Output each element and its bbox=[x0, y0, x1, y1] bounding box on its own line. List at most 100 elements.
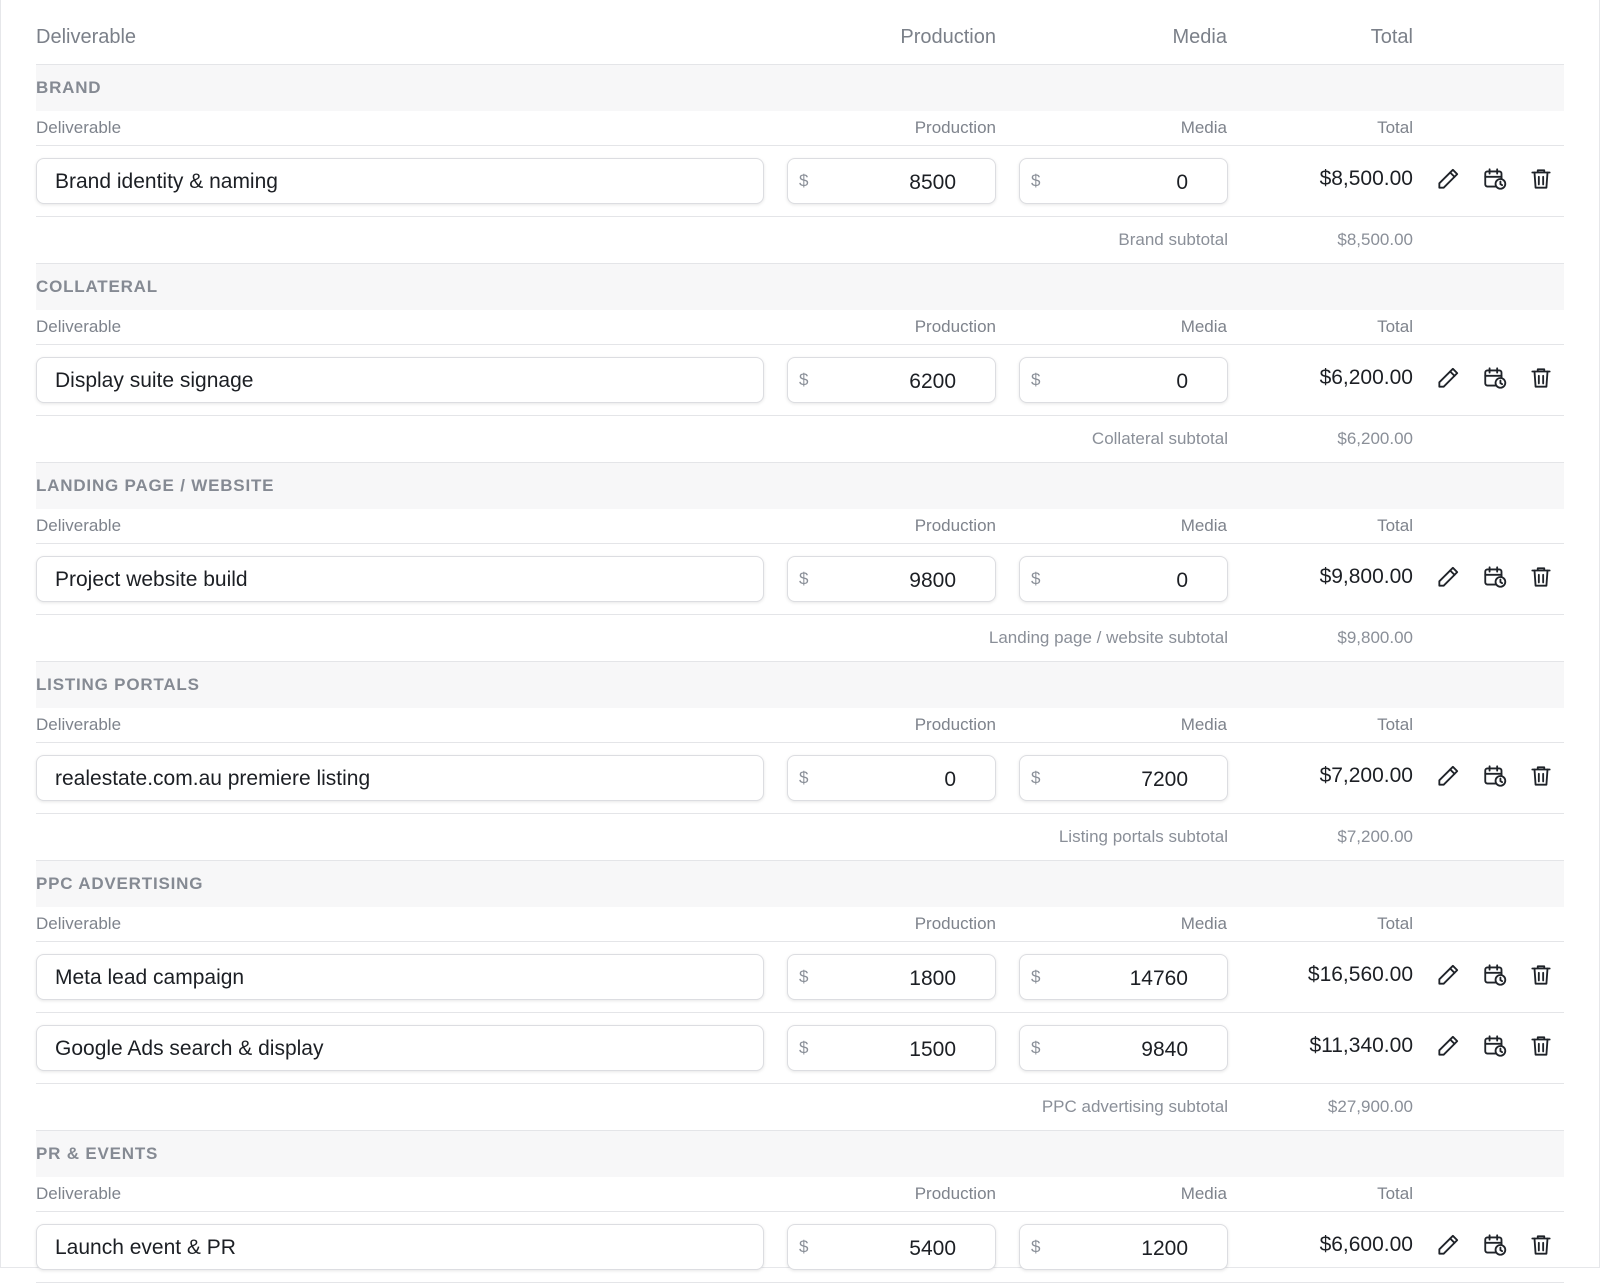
pencil-icon[interactable] bbox=[1433, 363, 1463, 393]
subheader-deliverable: Deliverable bbox=[36, 1184, 122, 1203]
currency-symbol: $ bbox=[1031, 768, 1041, 787]
subheader-production: Production bbox=[914, 516, 996, 535]
subheader-production: Production bbox=[914, 715, 996, 734]
subtotal-value: $6,200.00 bbox=[1337, 429, 1413, 448]
divider bbox=[36, 145, 1564, 146]
calendar-clock-icon[interactable] bbox=[1480, 164, 1510, 194]
calendar-clock-icon[interactable] bbox=[1480, 1230, 1510, 1260]
trash-icon[interactable] bbox=[1526, 164, 1556, 194]
pencil-icon[interactable] bbox=[1433, 761, 1463, 791]
calendar-clock-icon[interactable] bbox=[1480, 1031, 1510, 1061]
media-input[interactable]: $ 0 bbox=[1019, 158, 1228, 204]
media-value: 0 bbox=[1176, 569, 1188, 592]
calendar-clock-icon[interactable] bbox=[1480, 761, 1510, 791]
currency-symbol: $ bbox=[799, 1237, 809, 1256]
subheader-deliverable: Deliverable bbox=[36, 118, 122, 137]
currency-symbol: $ bbox=[1031, 569, 1041, 588]
trash-icon[interactable] bbox=[1526, 562, 1556, 592]
media-input[interactable]: $ 14760 bbox=[1019, 954, 1228, 1000]
media-input[interactable]: $ 7200 bbox=[1019, 755, 1228, 801]
production-input[interactable]: $ 5400 bbox=[787, 1224, 996, 1270]
production-input[interactable]: $ 1500 bbox=[787, 1025, 996, 1071]
currency-symbol: $ bbox=[1031, 1237, 1041, 1256]
trash-icon[interactable] bbox=[1526, 960, 1556, 990]
subheader-total: Total bbox=[1377, 317, 1413, 336]
pencil-icon[interactable] bbox=[1433, 562, 1463, 592]
header-total: Total bbox=[1370, 26, 1413, 48]
production-input[interactable]: $ 8500 bbox=[787, 158, 996, 204]
calendar-clock-icon[interactable] bbox=[1480, 562, 1510, 592]
production-value: 9800 bbox=[909, 569, 956, 592]
subtotal-value: $7,200.00 bbox=[1337, 827, 1413, 846]
header-deliverable: Deliverable bbox=[36, 26, 137, 48]
pencil-icon[interactable] bbox=[1433, 1031, 1463, 1061]
media-value: 0 bbox=[1176, 171, 1188, 194]
section-title: LANDING PAGE / WEBSITE bbox=[36, 476, 275, 495]
production-value: 8500 bbox=[909, 171, 956, 194]
header-production: Production bbox=[900, 26, 996, 48]
divider bbox=[36, 543, 1564, 544]
deliverable-name-input[interactable]: Brand identity & naming bbox=[36, 158, 764, 204]
production-value: 1500 bbox=[909, 1038, 956, 1061]
media-value: 14760 bbox=[1129, 967, 1188, 990]
deliverable-name-input[interactable]: Meta lead campaign bbox=[36, 954, 764, 1000]
header-media: Media bbox=[1172, 26, 1227, 48]
calendar-clock-icon[interactable] bbox=[1480, 363, 1510, 393]
budget-table: Deliverable Production Media Total BRAND… bbox=[0, 0, 1600, 1283]
currency-symbol: $ bbox=[1031, 1038, 1041, 1057]
row-total: $8,500.00 bbox=[1319, 167, 1413, 190]
media-input[interactable]: $ 1200 bbox=[1019, 1224, 1228, 1270]
media-value: 9840 bbox=[1141, 1038, 1188, 1061]
trash-icon[interactable] bbox=[1526, 1031, 1556, 1061]
deliverable-name-input[interactable]: Display suite signage bbox=[36, 357, 764, 403]
currency-symbol: $ bbox=[799, 1038, 809, 1057]
production-input[interactable]: $ 6200 bbox=[787, 357, 996, 403]
currency-symbol: $ bbox=[799, 171, 809, 190]
production-value: 1800 bbox=[909, 967, 956, 990]
media-input[interactable]: $ 0 bbox=[1019, 357, 1228, 403]
currency-symbol: $ bbox=[1031, 370, 1041, 389]
deliverable-name-input[interactable]: Google Ads search & display bbox=[36, 1025, 764, 1071]
deliverable-name-input[interactable]: Launch event & PR bbox=[36, 1224, 764, 1270]
row-total: $7,200.00 bbox=[1319, 764, 1413, 787]
production-value: 0 bbox=[944, 768, 956, 791]
subheader-media: Media bbox=[1180, 914, 1227, 933]
divider bbox=[36, 344, 1564, 345]
pencil-icon[interactable] bbox=[1433, 960, 1463, 990]
deliverable-name-input[interactable]: realestate.com.au premiere listing bbox=[36, 755, 764, 801]
media-input[interactable]: $ 0 bbox=[1019, 556, 1228, 602]
media-value: 0 bbox=[1176, 370, 1188, 393]
production-input[interactable]: $ 0 bbox=[787, 755, 996, 801]
pencil-icon[interactable] bbox=[1433, 164, 1463, 194]
section-title: COLLATERAL bbox=[36, 277, 158, 296]
production-value: 6200 bbox=[909, 370, 956, 393]
subtotal-label: Collateral subtotal bbox=[1091, 429, 1228, 448]
subheader-production: Production bbox=[914, 118, 996, 137]
deliverable-name-input[interactable]: Project website build bbox=[36, 556, 764, 602]
subheader-production: Production bbox=[914, 914, 996, 933]
currency-symbol: $ bbox=[1031, 171, 1041, 190]
section-title: PR & EVENTS bbox=[36, 1144, 159, 1163]
subheader-media: Media bbox=[1180, 1184, 1227, 1203]
divider bbox=[36, 742, 1564, 743]
subtotal-label: Landing page / website subtotal bbox=[988, 628, 1228, 647]
production-value: 5400 bbox=[909, 1237, 956, 1260]
calendar-clock-icon[interactable] bbox=[1480, 960, 1510, 990]
subtotal-label: Brand subtotal bbox=[1118, 230, 1228, 249]
trash-icon[interactable] bbox=[1526, 761, 1556, 791]
media-value: 1200 bbox=[1141, 1237, 1188, 1260]
subheader-total: Total bbox=[1377, 715, 1413, 734]
subtotal-label: Listing portals subtotal bbox=[1058, 827, 1228, 846]
trash-icon[interactable] bbox=[1526, 1230, 1556, 1260]
row-total: $6,200.00 bbox=[1319, 366, 1413, 389]
trash-icon[interactable] bbox=[1526, 363, 1556, 393]
pencil-icon[interactable] bbox=[1433, 1230, 1463, 1260]
row-divider bbox=[36, 1012, 1564, 1013]
subheader-total: Total bbox=[1377, 516, 1413, 535]
media-input[interactable]: $ 9840 bbox=[1019, 1025, 1228, 1071]
section-title: LISTING PORTALS bbox=[36, 675, 200, 694]
production-input[interactable]: $ 1800 bbox=[787, 954, 996, 1000]
subheader-media: Media bbox=[1180, 516, 1227, 535]
production-input[interactable]: $ 9800 bbox=[787, 556, 996, 602]
subheader-total: Total bbox=[1377, 118, 1413, 137]
